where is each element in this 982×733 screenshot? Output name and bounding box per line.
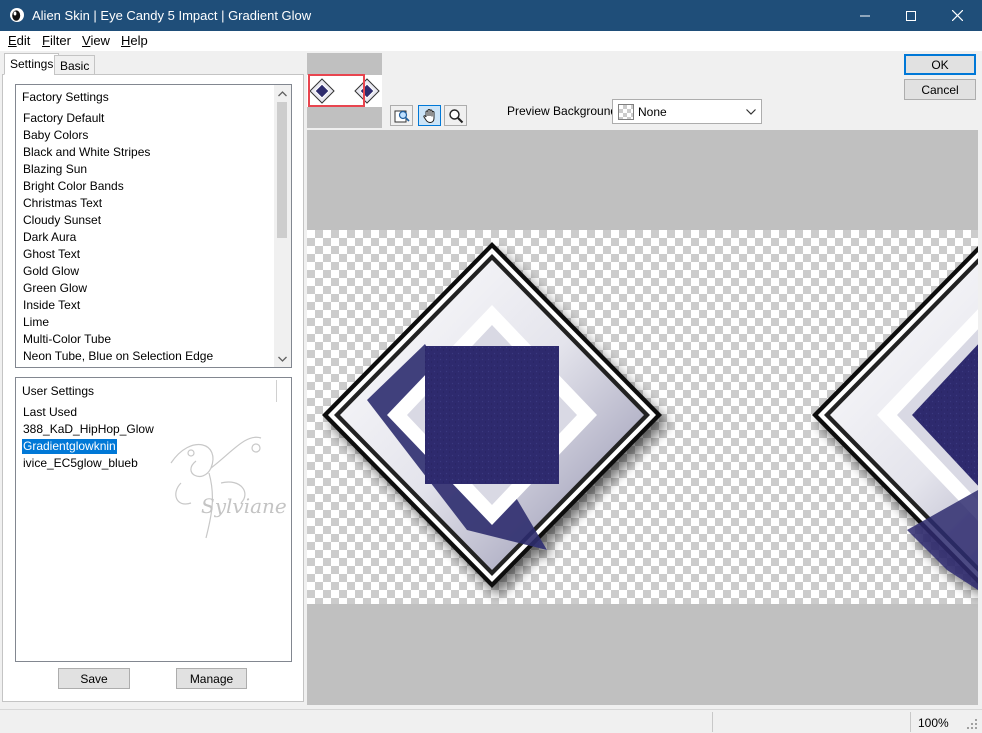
factory-settings-list[interactable]: Factory Settings Factory Default Baby Col… xyxy=(15,84,292,368)
title-bar: Alien Skin | Eye Candy 5 Impact | Gradie… xyxy=(0,0,982,31)
header-divider xyxy=(276,380,277,402)
left-tile xyxy=(322,242,662,588)
minimize-icon xyxy=(860,15,870,16)
factory-preset-item[interactable]: Baby Colors xyxy=(22,128,89,143)
factory-preset-item[interactable]: Black and White Stripes xyxy=(22,145,151,160)
maximize-button[interactable] xyxy=(888,0,934,31)
tab-settings[interactable]: Settings xyxy=(4,53,60,75)
tab-basic[interactable]: Basic xyxy=(54,55,96,75)
user-settings-header: User Settings xyxy=(22,384,95,398)
menu-edit[interactable]: Edit xyxy=(8,33,30,48)
status-bar: 100% xyxy=(0,709,982,733)
preview-thumbnail[interactable] xyxy=(307,53,382,128)
factory-scrollbar[interactable] xyxy=(274,85,291,367)
factory-preset-item[interactable]: Bright Color Bands xyxy=(22,179,125,194)
right-tile xyxy=(812,246,978,590)
factory-settings-header: Factory Settings xyxy=(22,90,109,104)
menu-view[interactable]: View xyxy=(82,33,110,48)
menu-filter[interactable]: Filter xyxy=(42,33,71,48)
factory-preset-item[interactable]: Green Glow xyxy=(22,281,88,296)
chevron-down-icon xyxy=(278,356,287,362)
factory-preset-item[interactable]: Dark Aura xyxy=(22,230,77,245)
zoom-level: 100% xyxy=(918,716,949,730)
cancel-button[interactable]: Cancel xyxy=(904,79,976,100)
scroll-down-button[interactable] xyxy=(274,350,291,367)
chevron-up-icon xyxy=(278,90,287,96)
status-divider xyxy=(910,712,911,732)
factory-preset-item[interactable]: Blazing Sun xyxy=(22,162,88,177)
user-settings-list[interactable]: User Settings Last Used 388_KaD_HipHop_Gl… xyxy=(15,377,292,662)
factory-preset-item[interactable]: Multi-Color Tube xyxy=(22,332,112,347)
ok-button[interactable]: OK xyxy=(904,54,976,75)
close-button[interactable] xyxy=(934,0,980,31)
menu-help[interactable]: Help xyxy=(121,33,148,48)
menu-bar: Edit Filter View Help xyxy=(0,31,982,51)
preview-background-value: None xyxy=(638,105,667,119)
factory-preset-item[interactable]: Christmas Text xyxy=(22,196,103,211)
hand-icon xyxy=(422,108,434,123)
user-preset-item[interactable]: Last Used xyxy=(22,405,78,420)
scroll-up-button[interactable] xyxy=(274,85,291,102)
zoom-fit-icon xyxy=(394,110,410,122)
svg-text:Sylviane: Sylviane xyxy=(201,494,287,518)
preview-image xyxy=(322,242,978,590)
close-icon xyxy=(951,10,963,21)
signature-watermark: Sylviane xyxy=(170,436,287,539)
manage-button[interactable]: Manage xyxy=(176,668,247,689)
minimize-button[interactable] xyxy=(842,0,888,31)
factory-preset-item[interactable]: Lime xyxy=(22,315,50,330)
user-preset-item[interactable]: 388_KaD_HipHop_Glow xyxy=(22,422,155,437)
zoom-fit-button[interactable] xyxy=(390,105,413,126)
background-swatch xyxy=(618,104,634,120)
dropdown-arrow[interactable] xyxy=(741,100,761,123)
save-button[interactable]: Save xyxy=(58,668,130,689)
factory-preset-item[interactable]: Factory Default xyxy=(22,111,105,126)
maximize-icon xyxy=(906,10,916,21)
preview-canvas[interactable] xyxy=(307,130,978,705)
thumbnail-view-frame[interactable] xyxy=(308,74,365,107)
eye-candy-window: Alien Skin | Eye Candy 5 Impact | Gradie… xyxy=(0,0,982,733)
factory-preset-item[interactable]: Inside Text xyxy=(22,298,81,313)
user-preset-item[interactable]: Gradientglowknin xyxy=(22,439,117,454)
preview-background-select[interactable]: None xyxy=(612,99,762,124)
status-divider xyxy=(712,712,713,732)
factory-preset-item[interactable]: Neon Tube, Blue on Selection Edge xyxy=(22,349,214,364)
hand-tool-button[interactable] xyxy=(418,105,441,126)
resize-grip-icon[interactable] xyxy=(966,718,978,730)
scroll-thumb[interactable] xyxy=(277,102,287,238)
user-preset-item[interactable]: ivice_EC5glow_blueb xyxy=(22,456,139,471)
alien-skin-icon xyxy=(10,8,24,22)
preview-background-label: Preview Background: xyxy=(507,104,621,118)
magnifier-icon xyxy=(448,108,463,123)
factory-preset-item[interactable]: Gold Glow xyxy=(22,264,80,279)
factory-preset-item[interactable]: Ghost Text xyxy=(22,247,81,262)
factory-preset-item[interactable]: Cloudy Sunset xyxy=(22,213,102,228)
zoom-tool-button[interactable] xyxy=(444,105,467,126)
chevron-down-icon xyxy=(746,108,756,115)
window-title: Alien Skin | Eye Candy 5 Impact | Gradie… xyxy=(32,8,312,23)
